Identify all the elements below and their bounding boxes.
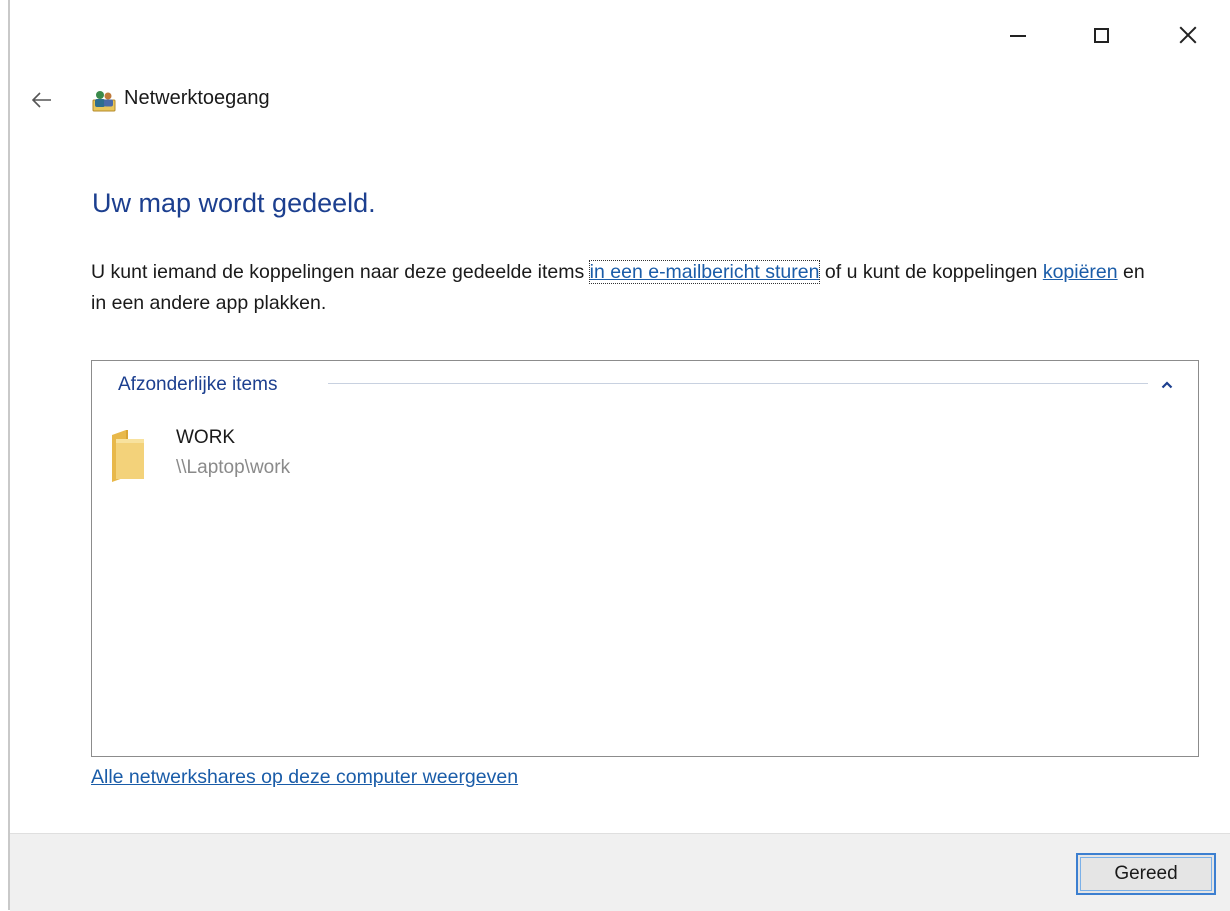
app-title: Netwerktoegang (124, 87, 270, 109)
email-link[interactable]: in een e-mailbericht sturen (588, 260, 821, 284)
window-left-border (8, 0, 10, 910)
network-access-dialog: Netwerktoegang Uw map wordt gedeeld. U k… (0, 0, 1230, 911)
minimize-button[interactable] (995, 12, 1041, 58)
list-item[interactable]: WORK \\Laptop\work (110, 427, 410, 487)
minimize-icon (1010, 35, 1026, 37)
copy-link[interactable]: kopiëren (1043, 261, 1118, 283)
done-button[interactable]: Gereed (1076, 853, 1216, 895)
folder-icon (110, 429, 154, 483)
folder-name: WORK (176, 427, 236, 448)
shared-items-list[interactable]: Afzonderlijke items WORK \\Laptop\work (91, 360, 1199, 757)
close-button[interactable] (1165, 12, 1211, 58)
maximize-button[interactable] (1078, 12, 1124, 58)
description-part-2: of u kunt de koppelingen (819, 261, 1043, 283)
group-title: Afzonderlijke items (118, 374, 278, 395)
description-part-1: U kunt iemand de koppelingen naar deze g… (91, 261, 590, 283)
all-network-shares-link[interactable]: Alle netwerkshares op deze computer weer… (91, 766, 518, 789)
chevron-up-icon (1161, 381, 1173, 389)
description-text: U kunt iemand de koppelingen naar deze g… (91, 257, 1151, 319)
close-icon (1178, 25, 1198, 45)
footer-bar: Gereed (10, 833, 1230, 911)
collapse-group-button[interactable] (1156, 374, 1178, 396)
group-header: Afzonderlijke items (118, 373, 277, 397)
group-divider (328, 383, 1148, 384)
folder-path: \\Laptop\work (176, 457, 291, 478)
back-arrow-icon (32, 92, 51, 108)
maximize-icon (1093, 27, 1109, 43)
network-users-icon (92, 88, 116, 112)
back-button[interactable] (28, 86, 56, 114)
page-heading: Uw map wordt gedeeld. (92, 188, 376, 218)
